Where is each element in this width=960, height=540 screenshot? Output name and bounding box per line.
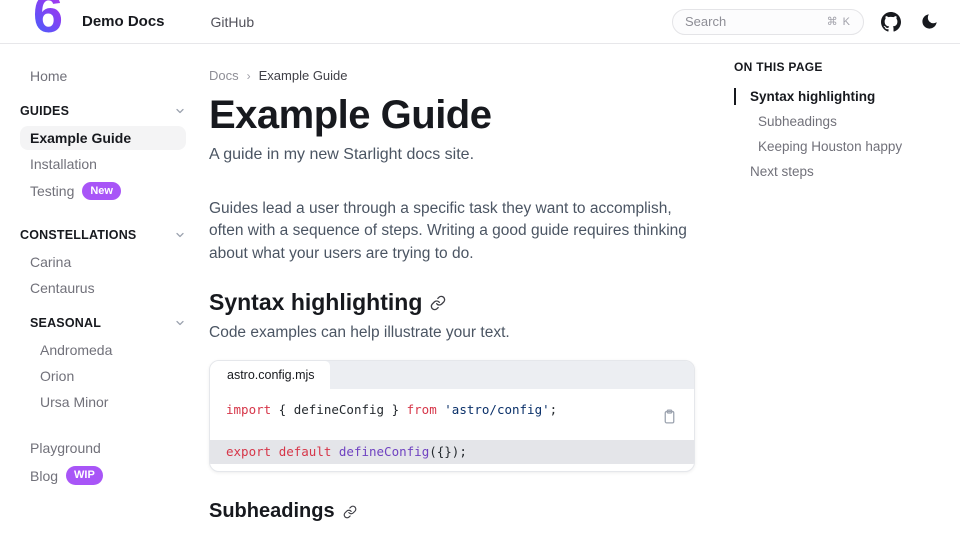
heading-subheadings: Subheadings: [209, 500, 705, 523]
sidebar-item-label: Installation: [30, 156, 97, 172]
chevron-down-icon: [174, 229, 186, 241]
heading-text: Subheadings: [209, 500, 335, 523]
code-line-highlighted: export default defineConfig({});: [210, 440, 694, 464]
clipboard-icon: [661, 408, 678, 425]
sidebar-item-orion[interactable]: Orion: [30, 364, 186, 388]
code-token: default: [279, 444, 332, 459]
toc-heading: ON THIS PAGE: [734, 60, 960, 74]
sidebar-item-label: Ursa Minor: [40, 394, 108, 410]
sidebar-group-label: CONSTELLATIONS: [20, 228, 136, 242]
header-actions: ⌘ K: [672, 9, 940, 35]
copy-code-button[interactable]: [656, 403, 682, 429]
code-token: ({});: [429, 444, 467, 459]
sidebar-item-andromeda[interactable]: Andromeda: [30, 338, 186, 362]
search-shortcut-hint: ⌘ K: [827, 15, 851, 28]
code-block: astro.config.mjs import { defineConfig }…: [209, 360, 695, 472]
sidebar-item-label: Home: [30, 68, 67, 84]
site-header: 6 Demo Docs GitHub ⌘ K: [0, 0, 960, 44]
code-token: import: [226, 402, 271, 417]
chevron-down-icon: [174, 105, 186, 117]
sidebar-item-label: Testing: [30, 183, 74, 199]
breadcrumb: Docs › Example Guide: [209, 62, 705, 83]
sidebar-item-ursa-minor[interactable]: Ursa Minor: [30, 390, 186, 414]
page-title: Example Guide: [209, 93, 705, 138]
breadcrumb-current: Example Guide: [259, 68, 348, 83]
code-line: import { defineConfig } from 'astro/conf…: [210, 400, 694, 420]
code-token: defineConfig: [339, 444, 429, 459]
sidebar-item-testing[interactable]: Testing New: [20, 178, 186, 204]
wip-badge: WIP: [66, 466, 103, 484]
code-tab-bar: astro.config.mjs: [210, 361, 694, 389]
toc-item-syntax-highlighting[interactable]: Syntax highlighting: [734, 84, 960, 109]
site-title[interactable]: Demo Docs: [82, 13, 165, 30]
code-token: ;: [550, 402, 558, 417]
sidebar-group-constellations[interactable]: CONSTELLATIONS: [20, 224, 186, 246]
sidebar-item-carina[interactable]: Carina: [20, 250, 186, 274]
page-lede: A guide in my new Starlight docs site.: [209, 146, 705, 164]
heading-text: Syntax highlighting: [209, 289, 422, 316]
table-of-contents: ON THIS PAGE Syntax highlighting Subhead…: [722, 44, 960, 540]
sidebar-group-label: GUIDES: [20, 104, 69, 118]
sidebar-item-label: Example Guide: [30, 130, 131, 146]
github-icon[interactable]: [880, 11, 902, 33]
sidebar-item-label: Playground: [30, 440, 101, 456]
chevron-right-icon: ›: [247, 69, 251, 83]
breadcrumb-docs[interactable]: Docs: [209, 68, 239, 83]
sidebar-item-playground[interactable]: Playground: [20, 436, 186, 460]
sidebar-item-home[interactable]: Home: [20, 64, 186, 88]
search-box[interactable]: ⌘ K: [672, 9, 864, 35]
sidebar-item-label: Carina: [30, 254, 71, 270]
section-text: Code examples can help illustrate your t…: [209, 324, 705, 342]
new-badge: New: [82, 182, 121, 200]
code-token: [271, 444, 279, 459]
anchor-link-icon[interactable]: [343, 505, 357, 519]
sidebar-item-label: Blog: [30, 468, 58, 484]
anchor-link-icon[interactable]: [430, 295, 446, 311]
search-input[interactable]: [685, 14, 821, 29]
sidebar-nav: Home GUIDES Example Guide Installation T…: [0, 44, 200, 540]
code-token: 'astro/config': [444, 402, 549, 417]
sidebar-item-centaurus[interactable]: Centaurus: [20, 276, 186, 300]
sidebar-group-guides[interactable]: GUIDES: [20, 100, 186, 122]
sidebar-group-seasonal[interactable]: SEASONAL: [30, 312, 186, 334]
toc-item-subheadings[interactable]: Subheadings: [734, 109, 960, 134]
chevron-down-icon: [174, 317, 186, 329]
sidebar-item-label: Orion: [40, 368, 74, 384]
page-body: Home GUIDES Example Guide Installation T…: [0, 44, 960, 540]
intro-paragraph: Guides lead a user through a specific ta…: [209, 198, 695, 265]
theme-toggle-moon-icon[interactable]: [918, 11, 940, 33]
nav-link-github[interactable]: GitHub: [211, 14, 255, 30]
main-content: Docs › Example Guide Example Guide A gui…: [200, 44, 705, 540]
heading-syntax-highlighting: Syntax highlighting: [209, 289, 705, 316]
code-token: [331, 444, 339, 459]
toc-item-next-steps[interactable]: Next steps: [734, 159, 960, 184]
site-logo[interactable]: 6: [24, 0, 72, 43]
sidebar-item-installation[interactable]: Installation: [20, 152, 186, 176]
sidebar-item-label: Centaurus: [30, 280, 95, 296]
code-token: { defineConfig }: [271, 402, 406, 417]
toc-item-keeping-houston-happy[interactable]: Keeping Houston happy: [734, 134, 960, 159]
sidebar-item-example-guide[interactable]: Example Guide: [20, 126, 186, 150]
code-token: export: [226, 444, 271, 459]
sidebar-item-blog[interactable]: Blog WIP: [20, 462, 186, 488]
code-line-blank: [210, 420, 694, 440]
sidebar-group-label: SEASONAL: [30, 316, 101, 330]
code-token: from: [407, 402, 437, 417]
code-filename-tab[interactable]: astro.config.mjs: [210, 361, 330, 389]
code-body: import { defineConfig } from 'astro/conf…: [210, 389, 694, 471]
sidebar-item-label: Andromeda: [40, 342, 112, 358]
